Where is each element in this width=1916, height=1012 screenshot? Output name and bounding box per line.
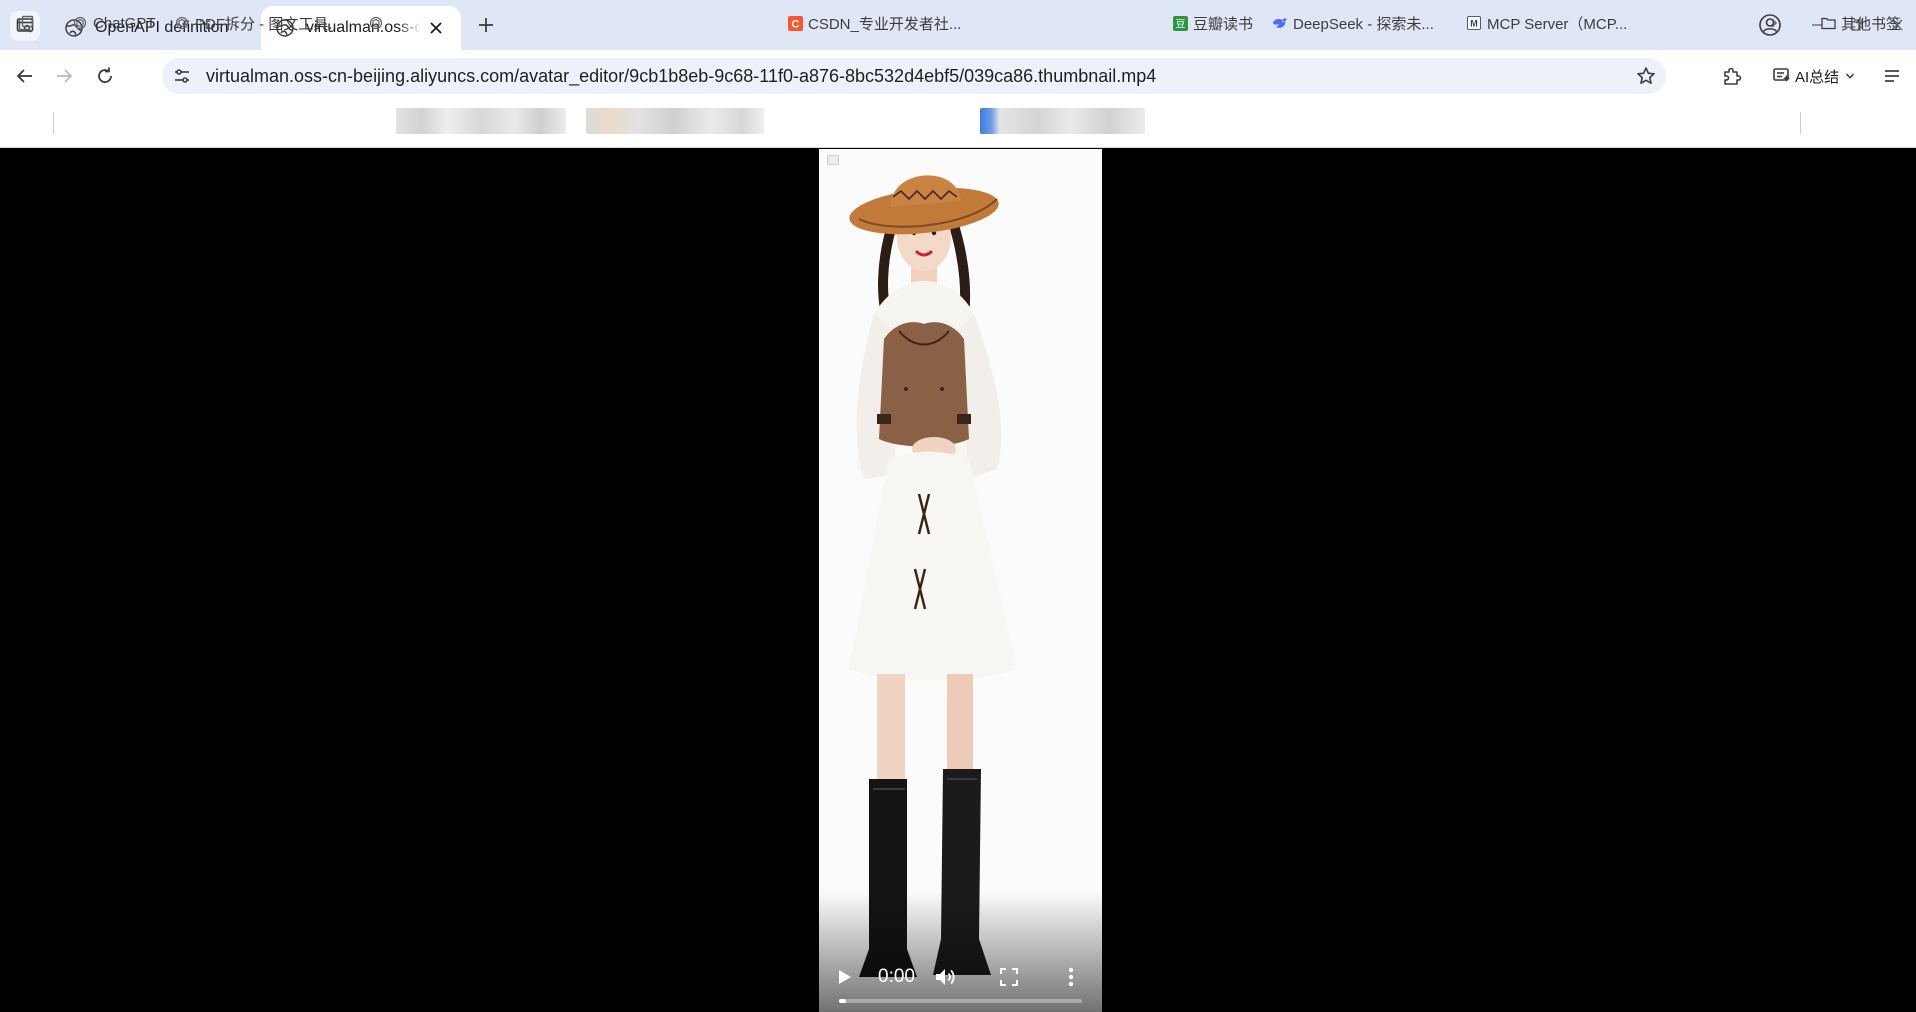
bookmark-label: DeepSeek - 探索未... bbox=[1293, 15, 1434, 33]
video-progress-fill bbox=[839, 999, 847, 1003]
bookmark-label: MCP Server（MCP... bbox=[1487, 15, 1628, 33]
chatgpt-icon bbox=[72, 15, 88, 31]
bookmark-csdn[interactable]: C CSDN_专业开发者社... bbox=[787, 12, 961, 34]
video-player[interactable]: 0:00 bbox=[819, 149, 1102, 1012]
chatgpt-icon bbox=[368, 15, 384, 31]
bookmarks-divider bbox=[53, 112, 54, 134]
play-icon bbox=[839, 970, 851, 984]
bookmark-chatgpt[interactable]: ChatGPT bbox=[72, 12, 156, 34]
current-time: 0:00 bbox=[878, 966, 915, 987]
chatgpt-icon bbox=[174, 15, 190, 31]
mcp-icon: M bbox=[1466, 15, 1482, 31]
svg-text:M: M bbox=[1470, 19, 1478, 29]
tab-groups-icon bbox=[18, 15, 34, 31]
more-vertical-icon bbox=[1068, 967, 1074, 987]
bookmark-label: PDF拆分 - 图文工具... bbox=[195, 15, 341, 33]
forward-button[interactable] bbox=[50, 62, 78, 90]
back-button[interactable] bbox=[11, 62, 39, 90]
plus-icon bbox=[479, 18, 493, 32]
chevron-down-icon bbox=[1846, 73, 1855, 79]
bookmark-label: CSDN_专业开发者社... bbox=[808, 15, 962, 33]
tune-icon bbox=[175, 69, 189, 83]
arrow-left-icon bbox=[16, 69, 32, 83]
redacted-block bbox=[396, 108, 566, 134]
ai-summary-label: AI总结 bbox=[1795, 68, 1840, 86]
fullscreen-icon bbox=[1000, 968, 1018, 986]
site-info-button[interactable] bbox=[172, 66, 192, 86]
bookmark-deepseek[interactable]: DeepSeek - 探索未... bbox=[1272, 12, 1434, 34]
address-bar[interactable]: virtualman.oss-cn-beijing.aliyuncs.com/a… bbox=[162, 58, 1666, 94]
menu-button[interactable] bbox=[1878, 62, 1906, 90]
more-options-button[interactable] bbox=[1056, 962, 1086, 992]
menu-lines-icon bbox=[1885, 70, 1899, 82]
url-text: virtualman.oss-cn-beijing.aliyuncs.com/a… bbox=[206, 66, 1157, 86]
deepseek-icon bbox=[1272, 15, 1288, 31]
bookmark-douban[interactable]: 豆 豆瓣读书 bbox=[1172, 12, 1253, 34]
video-frame-avatar bbox=[849, 175, 1017, 977]
toolbar: virtualman.oss-cn-beijing.aliyuncs.com/a… bbox=[0, 50, 1916, 102]
svg-text:C: C bbox=[791, 18, 799, 30]
puzzle-icon bbox=[1724, 67, 1742, 85]
bookmark-label: ChatGPT bbox=[93, 14, 156, 32]
bookmark-star-button[interactable] bbox=[1634, 64, 1658, 88]
fullscreen-button[interactable] bbox=[994, 962, 1024, 992]
play-button[interactable] bbox=[830, 962, 860, 992]
redacted-block bbox=[980, 108, 1145, 134]
bookmark-mcp[interactable]: M MCP Server（MCP... bbox=[1466, 12, 1627, 34]
reload-icon bbox=[98, 67, 112, 83]
bookmark-redacted-1[interactable] bbox=[368, 12, 389, 34]
ai-summary-button[interactable]: AI总结 bbox=[1772, 62, 1858, 90]
tab-groups-button[interactable] bbox=[18, 12, 34, 34]
csdn-icon: C bbox=[787, 15, 803, 31]
other-bookmarks-folder[interactable]: 其他书签 bbox=[1820, 12, 1901, 34]
chevron-right-icon bbox=[1771, 18, 1778, 28]
arrow-right-icon bbox=[57, 69, 73, 83]
svg-text:豆: 豆 bbox=[1175, 18, 1185, 30]
star-icon bbox=[1637, 67, 1655, 85]
bookmark-pdf[interactable]: PDF拆分 - 图文工具... bbox=[174, 12, 341, 34]
extensions-button[interactable] bbox=[1718, 62, 1746, 90]
video-controls: 0:00 bbox=[819, 892, 1102, 1012]
page-content: 0:00 bbox=[0, 149, 1916, 1012]
other-bookmarks-label: 其他书签 bbox=[1841, 15, 1902, 33]
new-tab-button[interactable] bbox=[473, 12, 499, 38]
redacted-block bbox=[586, 108, 764, 134]
tab-close-button[interactable] bbox=[425, 17, 447, 39]
bookmarks-bar bbox=[0, 102, 1916, 148]
ai-summary-icon bbox=[1773, 68, 1791, 82]
close-icon bbox=[430, 22, 442, 34]
bookmarks-divider bbox=[1800, 112, 1801, 134]
folder-icon bbox=[1820, 15, 1836, 31]
bookmark-label: 豆瓣读书 bbox=[1193, 15, 1254, 33]
volume-icon bbox=[936, 969, 955, 985]
douban-icon: 豆 bbox=[1172, 15, 1188, 31]
reload-button[interactable] bbox=[91, 62, 119, 90]
bookmarks-overflow-button[interactable] bbox=[1768, 12, 1780, 34]
mute-button[interactable] bbox=[931, 962, 961, 992]
video-progress-bar[interactable] bbox=[839, 999, 1082, 1003]
